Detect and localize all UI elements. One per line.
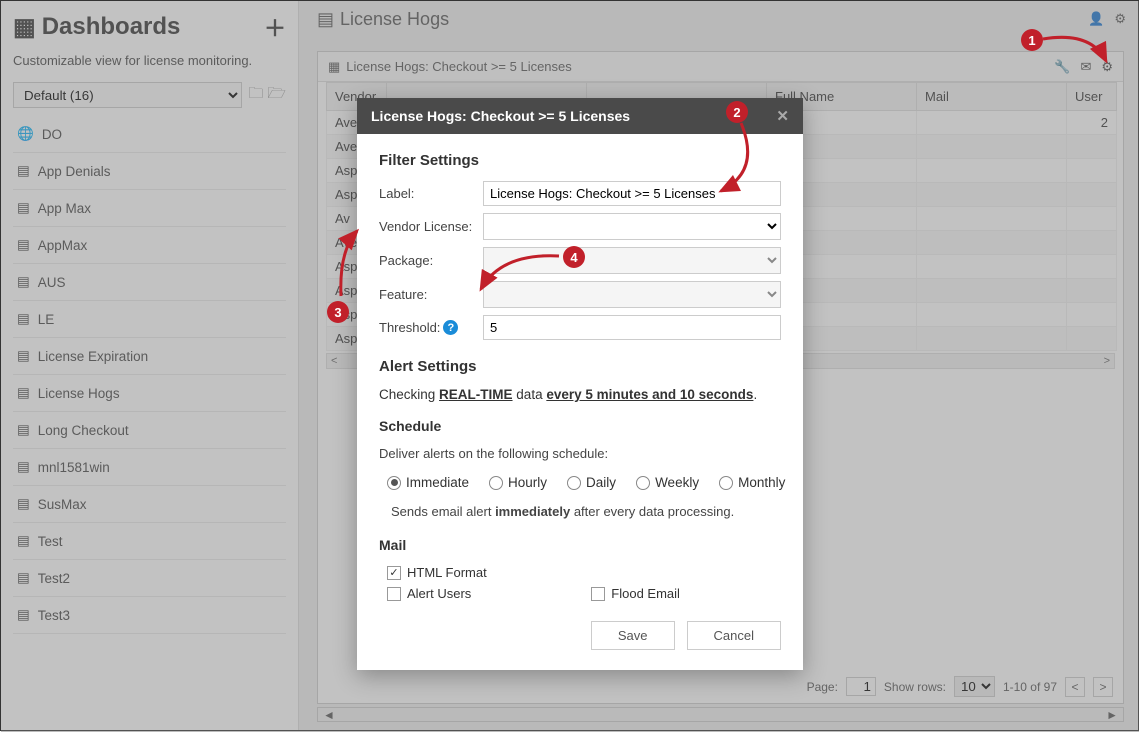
vendor-field-label: Vendor License:	[379, 219, 483, 234]
feature-select[interactable]	[483, 281, 781, 308]
sidebar-subtitle: Customizable view for license monitoring…	[13, 53, 286, 68]
sidebar-item[interactable]: 🌐DO	[13, 116, 286, 153]
sidebar-item[interactable]: ▤SusMax	[13, 486, 286, 523]
radio-weekly[interactable]: Weekly	[636, 475, 699, 490]
label-input[interactable]	[483, 181, 781, 206]
threshold-input[interactable]	[483, 315, 781, 340]
checkbox-icon	[591, 587, 605, 601]
report-icon: ▤	[17, 496, 30, 512]
prev-page-button[interactable]: <	[1065, 677, 1085, 697]
radio-immediate[interactable]: Immediate	[387, 475, 469, 490]
radio-hourly[interactable]: Hourly	[489, 475, 547, 490]
radio-icon	[636, 476, 650, 490]
cancel-button[interactable]: Cancel	[687, 621, 781, 650]
folder-icon[interactable]: 🗀	[248, 83, 263, 108]
dashboard-list: 🌐DO ▤App Denials ▤App Max ▤AppMax ▤AUS ▤…	[13, 116, 286, 634]
report-icon: ▤	[317, 9, 334, 30]
vendor-select[interactable]	[483, 213, 781, 240]
report-icon: ▤	[17, 607, 30, 623]
next-page-button[interactable]: >	[1093, 677, 1113, 697]
sidebar-item[interactable]: ▤App Denials	[13, 153, 286, 190]
modal-title: License Hogs: Checkout >= 5 Licenses	[371, 108, 630, 124]
sidebar-item[interactable]: ▤Long Checkout	[13, 412, 286, 449]
checkbox-icon	[387, 587, 401, 601]
user-icon[interactable]: 👤	[1088, 11, 1104, 27]
save-button[interactable]: Save	[591, 621, 675, 650]
mail-heading: Mail	[379, 537, 781, 553]
sidebar-item[interactable]: ▤License Hogs	[13, 375, 286, 412]
report-icon: ▤	[17, 200, 30, 216]
schedule-heading: Schedule	[379, 418, 781, 434]
globe-icon: 🌐	[17, 126, 34, 142]
radio-icon	[567, 476, 581, 490]
feature-field-label: Feature:	[379, 287, 483, 302]
help-icon[interactable]: ?	[443, 320, 458, 335]
radio-daily[interactable]: Daily	[567, 475, 616, 490]
report-icon: ▤	[17, 274, 30, 290]
sidebar: ▦ Dashboards ＋ Customizable view for lic…	[1, 1, 299, 730]
add-dashboard-button[interactable]: ＋	[264, 11, 286, 43]
filter-settings-modal: License Hogs: Checkout >= 5 Licenses ✕ F…	[357, 98, 803, 670]
schedule-note: Sends email alert immediately after ever…	[391, 504, 781, 519]
sidebar-item[interactable]: ▤App Max	[13, 190, 286, 227]
range-label: 1-10 of 97	[1003, 680, 1057, 694]
schedule-subtext: Deliver alerts on the following schedule…	[379, 446, 781, 461]
radio-monthly[interactable]: Monthly	[719, 475, 785, 490]
pagination: Page: Show rows: 10 1-10 of 97 < >	[807, 676, 1113, 697]
chk-flood-email[interactable]: Flood Email	[591, 586, 680, 601]
close-icon[interactable]: ✕	[776, 107, 789, 125]
page-input[interactable]	[846, 677, 876, 696]
report-icon: ▤	[17, 533, 30, 549]
col-mail[interactable]: Mail	[917, 83, 1067, 111]
alert-settings-heading: Alert Settings	[379, 358, 781, 375]
report-icon: ▤	[17, 385, 30, 401]
settings-gear-icon[interactable]: ⚙	[1114, 11, 1126, 27]
sidebar-item[interactable]: ▤Test2	[13, 560, 286, 597]
col-user[interactable]: User	[1067, 83, 1117, 111]
dashboards-label: Dashboards	[42, 13, 181, 41]
showrows-select[interactable]: 10	[954, 676, 995, 697]
package-select[interactable]	[483, 247, 781, 274]
dashboard-select[interactable]: Default (16)	[13, 82, 242, 108]
report-icon: ▤	[17, 163, 30, 179]
widget-title: ▦ License Hogs: Checkout >= 5 Licenses	[328, 59, 572, 75]
sidebar-item[interactable]: ▤License Expiration	[13, 338, 286, 375]
chk-alert-users[interactable]: Alert Users	[387, 586, 471, 601]
threshold-field-label: Threshold: ?	[379, 320, 483, 335]
widget-gear-icon[interactable]: ⚙	[1101, 59, 1113, 75]
main-hscroll[interactable]: ◄►	[317, 707, 1124, 722]
sidebar-item[interactable]: ▤Test3	[13, 597, 286, 634]
report-icon: ▤	[17, 459, 30, 475]
radio-icon	[719, 476, 733, 490]
checkbox-icon: ✓	[387, 566, 401, 580]
dashboard-icon: ▦	[13, 13, 36, 42]
mail-icon[interactable]: ✉	[1080, 59, 1091, 75]
table-icon: ▦	[328, 59, 340, 75]
report-icon: ▤	[17, 570, 30, 586]
chk-html-format[interactable]: ✓HTML Format	[387, 565, 781, 580]
sidebar-item[interactable]: ▤LE	[13, 301, 286, 338]
filter-settings-heading: Filter Settings	[379, 152, 781, 169]
radio-icon	[489, 476, 503, 490]
report-icon: ▤	[17, 311, 30, 327]
folder-open-icon[interactable]: 🗁	[267, 83, 286, 108]
package-field-label: Package:	[379, 253, 483, 268]
sidebar-title: ▦ Dashboards	[13, 13, 180, 42]
sidebar-item[interactable]: ▤mnl1581win	[13, 449, 286, 486]
sidebar-item[interactable]: ▤Test	[13, 523, 286, 560]
page-title: ▤ License Hogs	[317, 9, 449, 30]
report-icon: ▤	[17, 422, 30, 438]
radio-icon	[387, 476, 401, 490]
sidebar-item[interactable]: ▤AUS	[13, 264, 286, 301]
report-icon: ▤	[17, 237, 30, 253]
label-field-label: Label:	[379, 186, 483, 201]
alert-frequency-text: Checking REAL-TIME data every 5 minutes …	[379, 387, 781, 402]
wrench-icon[interactable]: 🔧	[1054, 59, 1070, 75]
report-icon: ▤	[17, 348, 30, 364]
sidebar-item[interactable]: ▤AppMax	[13, 227, 286, 264]
